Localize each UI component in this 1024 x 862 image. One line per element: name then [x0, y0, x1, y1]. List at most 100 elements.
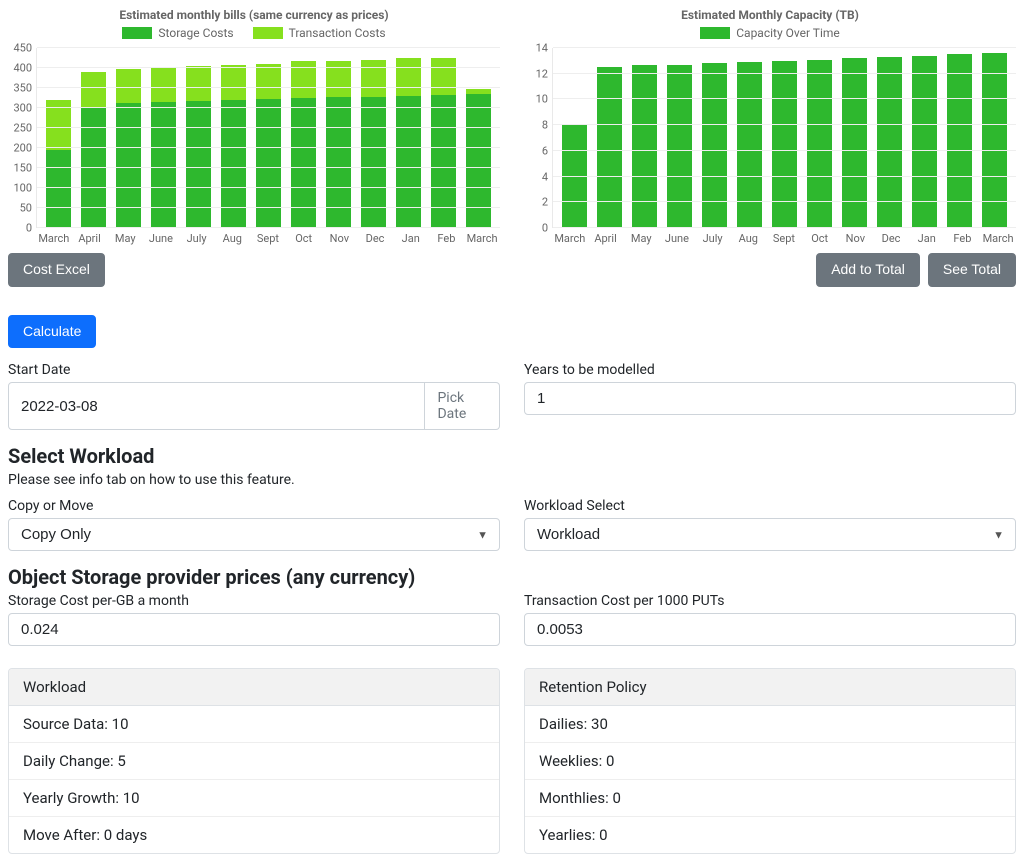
x-label: Feb — [429, 232, 465, 245]
retention-monthlies: Monthlies: 0 — [525, 780, 1015, 817]
workload-select[interactable]: Workload — [524, 518, 1016, 551]
y-tick: 0 — [26, 222, 32, 235]
x-label: March — [552, 232, 588, 245]
bar[interactable] — [632, 65, 657, 228]
bar[interactable] — [807, 60, 832, 228]
capacity-chart-legend: Capacity Over Time — [524, 26, 1016, 42]
y-tick: 300 — [13, 102, 32, 115]
see-total-button[interactable]: See Total — [928, 253, 1016, 287]
y-tick: 400 — [13, 62, 32, 75]
bar-slot — [391, 48, 426, 228]
y-tick: 2 — [542, 196, 548, 209]
calculate-button[interactable]: Calculate — [8, 315, 96, 349]
workload-select-label: Workload Select — [524, 498, 1016, 514]
storage-cost-label: Storage Cost per-GB a month — [8, 593, 500, 609]
workload-source-data: Source Data: 10 — [9, 706, 499, 743]
workload-daily-change: Daily Change: 5 — [9, 743, 499, 780]
select-workload-hint: Please see info tab on how to use this f… — [8, 472, 1016, 488]
y-tick: 350 — [13, 82, 32, 95]
x-label: May — [623, 232, 659, 245]
y-tick: 100 — [13, 182, 32, 195]
x-label: Sept — [766, 232, 802, 245]
y-tick: 6 — [542, 144, 548, 157]
bar[interactable] — [431, 58, 456, 228]
x-label: March — [36, 232, 72, 245]
x-label: May — [107, 232, 143, 245]
y-tick: 4 — [542, 170, 548, 183]
bar[interactable] — [772, 61, 797, 228]
swatch-transaction-icon — [253, 27, 283, 39]
retention-card-header: Retention Policy — [525, 669, 1015, 706]
y-tick: 250 — [13, 122, 32, 135]
bar[interactable] — [256, 64, 281, 228]
retention-dailies: Dailies: 30 — [525, 706, 1015, 743]
bar[interactable] — [116, 69, 141, 228]
x-label: Aug — [214, 232, 250, 245]
bar[interactable] — [667, 65, 692, 228]
txn-cost-label: Transaction Cost per 1000 PUTs — [524, 593, 1016, 609]
copy-or-move-label: Copy or Move — [8, 498, 500, 514]
x-label: Oct — [802, 232, 838, 245]
capacity-chart-title: Estimated Monthly Capacity (TB) — [524, 8, 1016, 22]
bills-chart: Estimated monthly bills (same currency a… — [8, 8, 500, 287]
legend-transaction: Transaction Costs — [253, 26, 386, 40]
storage-cost-input[interactable] — [8, 613, 500, 646]
cost-excel-button[interactable]: Cost Excel — [8, 253, 105, 287]
bar[interactable] — [361, 60, 386, 228]
capacity-chart: Estimated Monthly Capacity (TB) Capacity… — [524, 8, 1016, 287]
bar-slot — [181, 48, 216, 228]
add-to-total-button[interactable]: Add to Total — [816, 253, 920, 287]
bar-slot — [286, 48, 321, 228]
prices-heading: Object Storage provider prices (any curr… — [8, 565, 1016, 589]
years-input[interactable] — [524, 382, 1016, 415]
x-label: Dec — [357, 232, 393, 245]
start-date-input[interactable] — [8, 382, 425, 430]
x-label: Nov — [322, 232, 358, 245]
legend-storage: Storage Costs — [122, 26, 233, 40]
workload-card-header: Workload — [9, 669, 499, 706]
bar-slot — [321, 48, 356, 228]
bar-slot — [111, 48, 146, 228]
bar[interactable] — [877, 57, 902, 228]
bar-slot — [356, 48, 391, 228]
swatch-capacity-icon — [700, 27, 730, 39]
y-tick: 8 — [542, 119, 548, 132]
y-tick: 450 — [13, 42, 32, 55]
bar[interactable] — [737, 62, 762, 228]
x-label: Feb — [945, 232, 981, 245]
bar[interactable] — [396, 58, 421, 228]
workload-move-after: Move After: 0 days — [9, 817, 499, 853]
bar-slot — [146, 48, 181, 228]
bar[interactable] — [597, 67, 622, 228]
x-label: Oct — [286, 232, 322, 245]
copy-or-move-select[interactable]: Copy Only — [8, 518, 500, 551]
workload-yearly-growth: Yearly Growth: 10 — [9, 780, 499, 817]
bills-chart-title: Estimated monthly bills (same currency a… — [8, 8, 500, 22]
start-date-label: Start Date — [8, 362, 500, 378]
x-label: March — [464, 232, 500, 245]
y-tick: 10 — [536, 93, 548, 106]
pick-date-button[interactable]: Pick Date — [425, 382, 500, 430]
retention-card: Retention Policy Dailies: 30 Weeklies: 0… — [524, 668, 1016, 854]
years-label: Years to be modelled — [524, 362, 1016, 378]
bar-slot — [41, 48, 76, 228]
y-tick: 50 — [20, 202, 32, 215]
bar-slot — [216, 48, 251, 228]
retention-yearlies: Yearlies: 0 — [525, 817, 1015, 853]
bar[interactable] — [81, 72, 106, 228]
x-label: April — [72, 232, 108, 245]
x-label: Jan — [909, 232, 945, 245]
bills-chart-legend: Storage Costs Transaction Costs — [8, 26, 500, 42]
bar[interactable] — [842, 58, 867, 228]
x-label: Jan — [393, 232, 429, 245]
x-label: Dec — [873, 232, 909, 245]
legend-capacity: Capacity Over Time — [700, 26, 840, 40]
x-label: June — [143, 232, 179, 245]
bar[interactable] — [46, 100, 71, 228]
bar[interactable] — [702, 63, 727, 228]
workload-card: Workload Source Data: 10 Daily Change: 5… — [8, 668, 500, 854]
txn-cost-input[interactable] — [524, 613, 1016, 646]
x-label: April — [588, 232, 624, 245]
bar-slot — [461, 48, 496, 228]
bar-slot — [251, 48, 286, 228]
